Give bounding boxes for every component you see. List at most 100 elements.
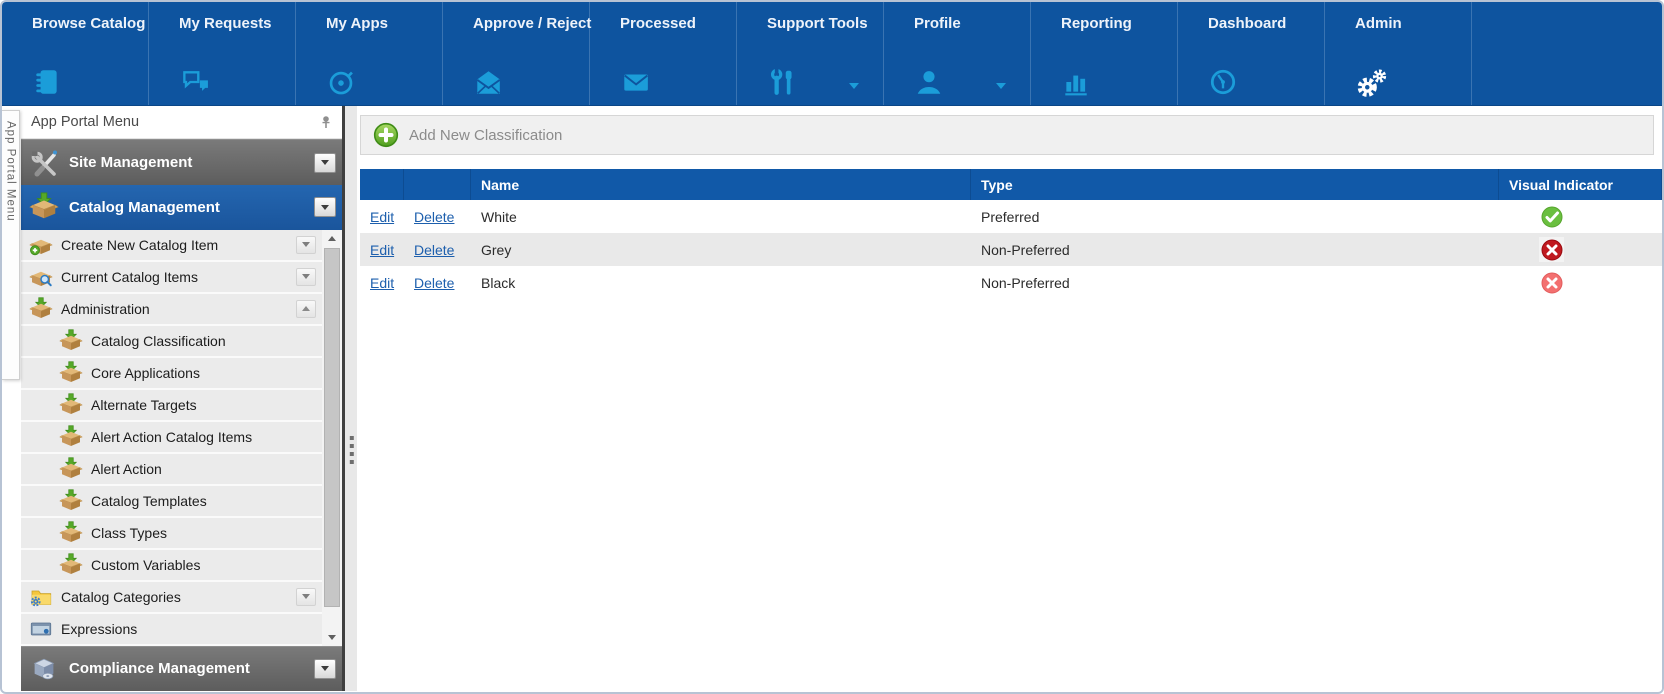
menu-item-label: Custom Variables xyxy=(91,557,322,573)
nav-profile[interactable]: Profile xyxy=(884,2,1031,105)
scroll-down-arrow[interactable] xyxy=(322,629,342,646)
table-row: Edit Delete Grey Non-Preferred xyxy=(360,233,1662,266)
nav-admin[interactable]: Admin xyxy=(1325,2,1472,105)
crossed-tools-icon xyxy=(29,148,59,178)
chevron-down-icon xyxy=(321,205,329,210)
box-plus-icon xyxy=(29,233,53,257)
disc-icon xyxy=(326,67,356,97)
nav-approve-reject[interactable]: Approve / Reject xyxy=(443,2,590,105)
table-row: Edit Delete Black Non-Preferred xyxy=(360,266,1662,299)
column-header-type: Type xyxy=(971,169,1499,200)
scroll-up-arrow[interactable] xyxy=(322,230,342,247)
item-collapse-button[interactable] xyxy=(296,300,316,318)
sidebar-section-site-management[interactable]: Site Management xyxy=(21,139,342,184)
nav-label: Admin xyxy=(1355,15,1402,32)
box-arrow-icon xyxy=(59,553,83,577)
open-envelope-icon xyxy=(473,67,503,97)
table-header-row: Name Type Visual Indicator xyxy=(360,169,1662,200)
chevron-up-icon xyxy=(302,306,310,311)
wrench-screwdriver-icon xyxy=(767,67,797,97)
column-header-delete xyxy=(404,169,471,200)
item-dropdown-button[interactable] xyxy=(296,236,316,254)
panel-splitter[interactable] xyxy=(342,106,357,691)
menu-item-administration[interactable]: Administration xyxy=(21,294,322,326)
nav-browse-catalog[interactable]: Browse Catalog xyxy=(2,2,149,105)
section-label: Site Management xyxy=(69,154,314,171)
chevron-down-icon xyxy=(302,274,310,279)
nav-processed[interactable]: Processed xyxy=(590,2,737,105)
nav-dashboard[interactable]: Dashboard xyxy=(1178,2,1325,105)
menu-item-alert-action-catalog-items[interactable]: Alert Action Catalog Items xyxy=(21,422,322,454)
item-dropdown-button[interactable] xyxy=(296,588,316,606)
edit-link[interactable]: Edit xyxy=(370,242,394,258)
nav-support-tools[interactable]: Support Tools xyxy=(737,2,884,105)
chat-bubbles-icon xyxy=(179,67,209,97)
sidebar-section-catalog-management[interactable]: Catalog Management xyxy=(21,185,342,230)
catalog-management-items: Create New Catalog Item Current Catalog … xyxy=(21,230,322,646)
delete-link[interactable]: Delete xyxy=(414,209,454,225)
scrollbar-track[interactable] xyxy=(322,247,342,629)
red-x-light-icon xyxy=(1539,270,1564,295)
cell-name: White xyxy=(471,200,971,233)
nav-my-requests[interactable]: My Requests xyxy=(149,2,296,105)
box-arrow-icon xyxy=(29,297,53,321)
add-button-label: Add New Classification xyxy=(409,127,562,144)
green-plus-icon xyxy=(373,122,399,148)
top-navigation-bar: Browse Catalog My Requests xyxy=(2,2,1662,106)
sidebar-header: App Portal Menu xyxy=(21,106,342,139)
menu-item-core-applications[interactable]: Core Applications xyxy=(21,358,322,390)
edit-link[interactable]: Edit xyxy=(370,209,394,225)
add-new-classification-button[interactable]: Add New Classification xyxy=(360,115,1654,155)
menu-item-class-types[interactable]: Class Types xyxy=(21,518,322,550)
edit-link[interactable]: Edit xyxy=(370,275,394,291)
red-x-dark-icon xyxy=(1539,237,1564,262)
menu-item-label: Class Types xyxy=(91,525,322,541)
box-arrow-icon xyxy=(29,192,59,222)
chevron-down-icon xyxy=(996,83,1006,89)
sidebar-section-compliance-management[interactable]: Compliance Management xyxy=(21,646,342,691)
menu-item-label: Catalog Classification xyxy=(91,333,322,349)
item-dropdown-button[interactable] xyxy=(296,268,316,286)
menu-item-label: Current Catalog Items xyxy=(61,269,296,285)
splitter-grip-icon xyxy=(350,436,354,464)
collapse-button[interactable] xyxy=(314,197,336,217)
green-check-icon xyxy=(1539,204,1564,229)
menu-item-custom-variables[interactable]: Custom Variables xyxy=(21,550,322,582)
collapsed-menu-tab[interactable]: App Portal Menu xyxy=(2,106,21,691)
bar-chart-icon xyxy=(1061,67,1091,97)
delete-link[interactable]: Delete xyxy=(414,242,454,258)
delete-link[interactable]: Delete xyxy=(414,275,454,291)
scrollbar-thumb[interactable] xyxy=(324,248,340,607)
menu-item-catalog-classification[interactable]: Catalog Classification xyxy=(21,326,322,358)
expand-button[interactable] xyxy=(314,659,336,679)
box-arrow-icon xyxy=(59,425,83,449)
sidebar-scrollbar[interactable] xyxy=(322,230,342,646)
menu-item-current-catalog-items[interactable]: Current Catalog Items xyxy=(21,262,322,294)
menu-item-expressions[interactable]: Expressions xyxy=(21,614,322,646)
nav-reporting[interactable]: Reporting xyxy=(1031,2,1178,105)
section-label: Catalog Management xyxy=(69,199,314,216)
box-arrow-icon xyxy=(59,361,83,385)
nav-label: Reporting xyxy=(1061,15,1132,32)
menu-item-label: Alternate Targets xyxy=(91,397,322,413)
cell-name: Black xyxy=(471,266,971,299)
envelope-icon xyxy=(620,67,650,97)
chevron-down-icon xyxy=(321,666,329,671)
menu-item-catalog-categories[interactable]: Catalog Categories xyxy=(21,582,322,614)
chevron-down-icon xyxy=(321,160,329,165)
box-arrow-icon xyxy=(59,521,83,545)
pin-icon[interactable] xyxy=(318,114,334,130)
software-box-icon xyxy=(29,654,59,684)
expand-button[interactable] xyxy=(314,153,336,173)
nav-my-apps[interactable]: My Apps xyxy=(296,2,443,105)
menu-item-create-new-catalog-item[interactable]: Create New Catalog Item xyxy=(21,230,322,262)
main-content: Add New Classification Name Type Visual … xyxy=(357,106,1662,691)
menu-item-label: Core Applications xyxy=(91,365,322,381)
menu-item-alert-action[interactable]: Alert Action xyxy=(21,454,322,486)
table-row: Edit Delete White Preferred xyxy=(360,200,1662,233)
cell-type: Non-Preferred xyxy=(971,266,1499,299)
nav-label: Browse Catalog xyxy=(32,15,145,32)
menu-item-catalog-templates[interactable]: Catalog Templates xyxy=(21,486,322,518)
menu-item-alternate-targets[interactable]: Alternate Targets xyxy=(21,390,322,422)
nav-label: Support Tools xyxy=(767,15,868,32)
